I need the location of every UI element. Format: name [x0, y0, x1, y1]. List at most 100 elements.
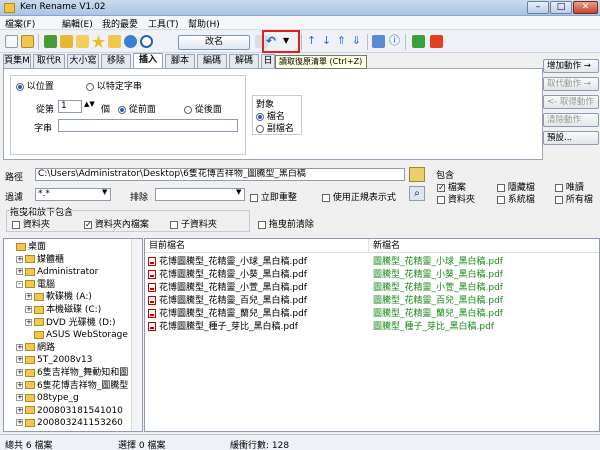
path-input[interactable]: C:\Users\Administrator\Desktop\6隻花博吉祥物_圖… [35, 168, 405, 181]
info-icon[interactable]: ⓘ [388, 35, 401, 48]
tree-item[interactable]: ASUS WebStorage [25, 329, 128, 341]
target-extension-radio[interactable]: 副檔名 [256, 121, 294, 134]
tab-replace[interactable]: 取代R [33, 54, 65, 68]
columns-icon[interactable] [372, 35, 385, 48]
filter-dropdown-icon[interactable]: ▼ [102, 188, 107, 196]
refresh-icon[interactable] [44, 35, 57, 48]
folder-up-icon[interactable] [60, 35, 73, 48]
column-new-name[interactable]: 新檔名 [369, 239, 599, 253]
tab-pages[interactable]: 頁集M [3, 54, 31, 68]
preset-button[interactable]: 預設... [543, 131, 599, 145]
expand-icon[interactable]: + [25, 306, 32, 313]
check-icon[interactable] [412, 35, 425, 48]
minimize-button[interactable]: – [527, 1, 549, 14]
folder-tree[interactable]: 桌面 + 媒體櫃 + Administrator - 電腦 + 軟碟機 (A:) + 本機磁碟 (C… [3, 238, 143, 432]
drag-subfolder-checkbox[interactable]: 子資料夾 [170, 217, 217, 230]
move-bottom-icon[interactable]: ⇓ [350, 35, 363, 48]
stop-icon[interactable] [430, 35, 443, 48]
from-back-radio[interactable]: 從後面 [184, 102, 222, 115]
instant-refresh-checkbox[interactable]: 立即重整 [250, 190, 297, 203]
file-row[interactable]: 花博圖騰型_花精靈_小萱_黑白稿.pdf 圖騰型_花精靈_小萱_黑白稿.pdf [145, 282, 599, 295]
position-spinner-icon[interactable]: ▲▼ [84, 100, 95, 108]
tab-case[interactable]: 大小寫 [67, 54, 99, 68]
by-string-radio[interactable]: 以特定字串 [86, 79, 142, 92]
expand-icon[interactable]: + [16, 255, 23, 263]
tree-item[interactable]: + 本機磁碟 (C:) [25, 304, 101, 316]
tab-insert[interactable]: 插入 [133, 53, 163, 68]
clear-action-button[interactable]: 清除動作 [543, 113, 599, 127]
file-list[interactable]: 目前檔名 新檔名 花博圖騰型_花精靈_小球_黑白稿.pdf 圖騰型_花精靈_小球_… [144, 238, 600, 432]
tree-item[interactable]: - 電腦 [16, 279, 55, 291]
tree-item[interactable]: + 網路 [16, 342, 55, 354]
rename-button[interactable]: 改名 [178, 35, 250, 50]
get-action-button[interactable]: <- 取得動作 [543, 95, 599, 109]
menu-help[interactable]: 幫助(H) [188, 17, 220, 30]
tab-script[interactable]: 腳本 [165, 54, 195, 68]
tree-item[interactable]: 桌面 [7, 241, 46, 253]
expand-icon[interactable]: + [16, 406, 23, 414]
replace-action-button[interactable]: 取代動作 → [543, 77, 599, 91]
open-folder-icon[interactable] [21, 35, 34, 48]
file-row[interactable]: 花博圖騰型_花精靈_小球_黑白稿.pdf 圖騰型_花精靈_小球_黑白稿.pdf [145, 256, 599, 269]
column-current-name[interactable]: 目前檔名 [145, 239, 369, 253]
move-down-icon[interactable]: ↓ [320, 35, 333, 48]
exclude-input[interactable] [155, 188, 245, 201]
expand-icon[interactable]: + [16, 369, 23, 376]
include-folders-checkbox[interactable]: 資料夾 [437, 192, 475, 205]
tab-decode[interactable]: 解碼 [229, 54, 259, 68]
file-row[interactable]: 花博圖騰型_種子_芽比_黑白稿.pdf 圖騰型_種子_芽比_黑白稿.pdf [145, 321, 599, 334]
favorites-folder-icon[interactable] [108, 35, 121, 48]
tree-scrollbar[interactable] [131, 239, 142, 431]
menu-tools[interactable]: 工具(T) [148, 17, 179, 30]
tree-item[interactable]: +200803241153260 [16, 417, 123, 429]
exclude-dropdown-icon[interactable]: ▼ [236, 188, 241, 196]
expand-icon[interactable]: + [16, 343, 23, 351]
tree-item[interactable]: + Administrator [16, 266, 98, 278]
settings-icon[interactable] [140, 35, 153, 48]
position-input[interactable]: 1 [58, 100, 82, 113]
collapse-icon[interactable]: - [16, 280, 23, 288]
expand-icon[interactable]: + [16, 419, 23, 427]
globe-icon[interactable] [124, 35, 137, 48]
tree-item[interactable]: +200803181541010 [16, 405, 123, 417]
menu-file[interactable]: 檔案(F) [5, 17, 35, 30]
close-button[interactable]: ✕ [573, 1, 598, 14]
add-action-button[interactable]: 增加動作 → [543, 59, 599, 73]
expand-icon[interactable]: + [25, 318, 32, 326]
include-system-checkbox[interactable]: 系統檔 [497, 192, 535, 205]
file-row[interactable]: 花博圖騰型_花精靈_小葵_黑白稿.pdf 圖騰型_花精靈_小葵_黑白稿.pdf [145, 269, 599, 282]
tree-item[interactable]: + 媒體櫃 [16, 254, 64, 266]
file-row[interactable]: 花博圖騰型_花精靈_百兒_黑白稿.pdf 圖騰型_花精靈_百兒_黑白稿.pdf [145, 295, 599, 308]
include-all-checkbox[interactable]: 所有檔 [555, 192, 593, 205]
tree-item[interactable]: +6隻吉祥物_舞動知和圖 [16, 367, 128, 379]
menu-favorites[interactable]: 我的最愛 [102, 17, 138, 30]
tree-item[interactable]: + DVD 光碟機 (D:) [25, 317, 116, 329]
expand-icon[interactable]: + [25, 293, 32, 301]
move-top-icon[interactable]: ⇑ [335, 35, 348, 48]
regex-checkbox[interactable]: 使用正規表示式 [322, 190, 396, 203]
tab-remove[interactable]: 移除 [101, 54, 131, 68]
string-input[interactable] [58, 119, 238, 132]
folder-icon[interactable] [76, 35, 89, 48]
expand-icon[interactable]: + [16, 394, 23, 402]
tree-item[interactable]: +6隻花博吉祥物_圖騰型 [16, 380, 128, 392]
maximize-button[interactable]: □ [550, 1, 572, 14]
tree-item[interactable]: +08type_g [16, 392, 79, 404]
tab-date[interactable]: 日 [261, 54, 275, 68]
drag-folder-files-checkbox[interactable]: ✓ 資料夾內檔案 [84, 217, 149, 230]
by-position-radio[interactable]: 以位置 [16, 79, 54, 92]
favorite-star-icon[interactable] [92, 35, 105, 48]
expand-icon[interactable]: + [16, 356, 23, 364]
move-up-icon[interactable]: ↑ [305, 35, 318, 48]
menu-edit[interactable]: 編輯(E) [62, 17, 93, 30]
expand-icon[interactable]: + [16, 268, 23, 276]
expand-icon[interactable]: + [16, 381, 23, 389]
browse-folder-icon[interactable] [409, 167, 425, 182]
new-icon[interactable] [5, 35, 18, 48]
from-front-radio[interactable]: 從前面 [118, 102, 156, 115]
drag-clear-checkbox[interactable]: 拖曳前清除 [258, 217, 314, 230]
tree-item[interactable]: + 軟碟機 (A:) [25, 291, 92, 303]
filter-input[interactable]: *.* [35, 188, 111, 201]
tree-item[interactable]: +5T_2008v13 [16, 354, 92, 366]
file-row[interactable]: 花博圖騰型_花精靈_蘭兒_黑白稿.pdf 圖騰型_花精靈_蘭兒_黑白稿.pdf [145, 308, 599, 321]
